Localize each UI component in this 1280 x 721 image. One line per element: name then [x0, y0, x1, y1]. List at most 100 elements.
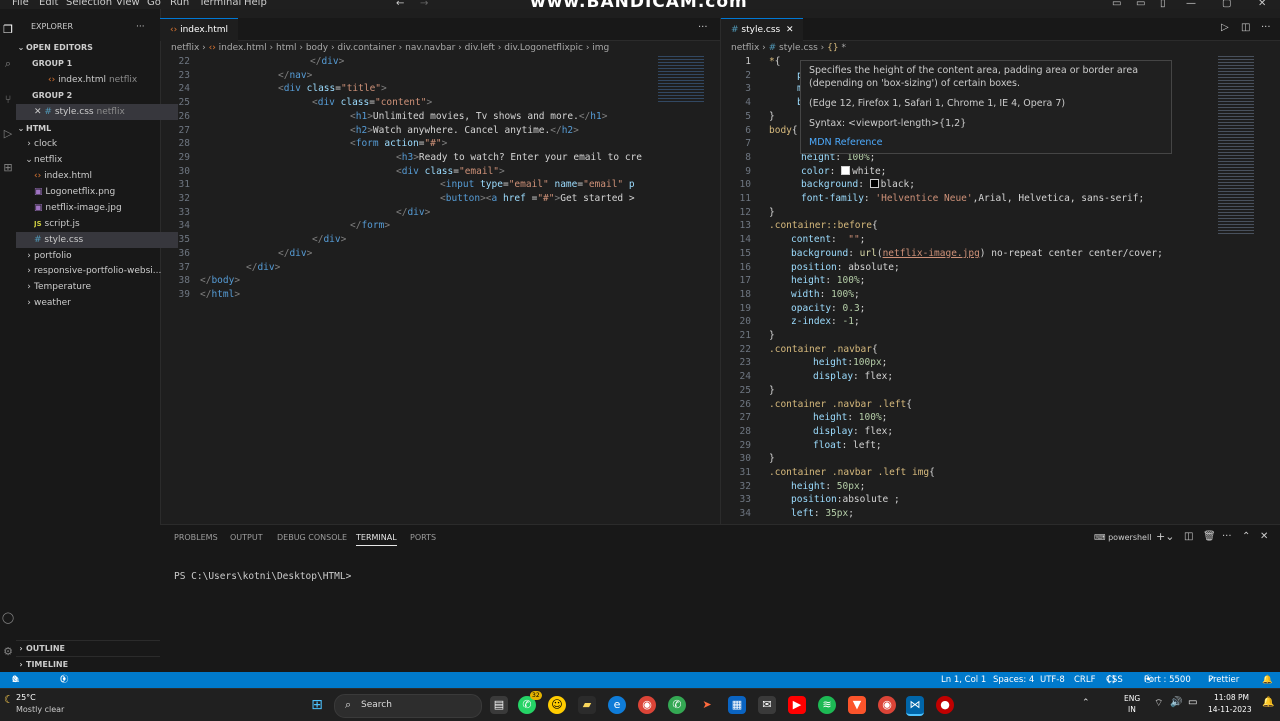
menu-help[interactable]: Help [244, 0, 267, 8]
maximize-panel-icon[interactable]: ⌃ [1242, 531, 1250, 542]
breadcrumb-item[interactable]: body [306, 43, 328, 53]
bandicam-record-icon[interactable]: ● [936, 696, 954, 714]
tab-output[interactable]: OUTPUT [230, 533, 263, 542]
tree-folder-netflix[interactable]: ⌄netflix [24, 152, 168, 168]
search-icon[interactable]: ⌕ [1, 57, 15, 71]
breadcrumb-item[interactable]: style.css [779, 43, 818, 53]
breadcrumb-item[interactable]: netflix [171, 43, 199, 53]
menu-go[interactable]: Go [147, 0, 161, 8]
tab-terminal[interactable]: TERMINAL [356, 533, 397, 546]
add-terminal-icon[interactable]: +⌄ [1156, 530, 1174, 543]
timeline-section[interactable]: › TIMELINE [16, 656, 160, 673]
terminal-shell-selector[interactable]: ⌨ powershell [1094, 533, 1151, 542]
tree-file-script-js[interactable]: JS script.js [34, 216, 178, 232]
breadcrumb-item[interactable]: div.left [465, 43, 495, 53]
clock-date[interactable]: 14-11-2023 [1208, 705, 1252, 714]
menu-edit[interactable]: Edit [39, 0, 58, 8]
close-window-icon[interactable]: ✕ [1258, 0, 1266, 9]
tree-folder-portfolio[interactable]: › portfolio [24, 248, 168, 264]
layout-panel-icon[interactable]: ▭ [1136, 0, 1145, 9]
breadcrumb-item[interactable]: img [592, 43, 609, 53]
wifi-icon[interactable]: ⌔ [1154, 697, 1163, 710]
edge-icon[interactable]: e [608, 696, 626, 714]
indentation[interactable]: Spaces: 4 [993, 672, 1034, 688]
back-arrow-icon[interactable]: ← [396, 0, 404, 9]
file-explorer-icon[interactable]: ▰ [578, 696, 596, 714]
clock-time[interactable]: 11:08 PM [1214, 693, 1249, 702]
tree-folder-temperature[interactable]: › Temperature [24, 279, 168, 295]
tab-debug-console[interactable]: DEBUG CONSOLE [277, 533, 347, 542]
notification-bell-icon[interactable]: 🔔 [1262, 697, 1274, 708]
minimap[interactable] [1214, 56, 1272, 524]
chevron-up-icon[interactable]: ⌃ [1082, 698, 1090, 708]
tree-folder-clock[interactable]: › clock [24, 136, 168, 152]
extensions-icon[interactable]: ⊞ [1, 161, 15, 175]
close-icon[interactable]: ✕ [34, 107, 42, 117]
chrome-profile-icon[interactable]: ◉ [878, 696, 896, 714]
breadcrumb-item[interactable]: html [276, 43, 297, 53]
menu-run[interactable]: Run [170, 0, 189, 8]
forward-arrow-icon[interactable]: → [420, 0, 428, 9]
brave-icon[interactable]: ▼ [848, 696, 866, 714]
trash-icon[interactable]: 🗑 [1203, 531, 1216, 542]
calculator-icon[interactable]: ▦ [728, 696, 746, 714]
battery-icon[interactable]: ▭ [1188, 697, 1197, 708]
mdn-reference-link[interactable]: MDN Reference [809, 137, 882, 148]
more-actions-icon[interactable]: ··· [1222, 531, 1232, 542]
outline-section[interactable]: › OUTLINE [16, 640, 160, 657]
layout-icon[interactable]: ▭ [1112, 0, 1121, 9]
minimap[interactable] [652, 56, 710, 524]
youtube-icon[interactable]: ▶ [788, 696, 806, 714]
tree-file-logonetflix[interactable]: ▣ Logonetflix.png [34, 184, 178, 200]
source-control-icon[interactable]: ⑂ [1, 93, 15, 107]
layout-sidebar-icon[interactable]: ▯ [1160, 0, 1166, 9]
region-indicator[interactable]: IN [1128, 705, 1136, 714]
tab-problems[interactable]: PROBLEMS [174, 533, 218, 542]
task-view-icon[interactable]: ▤ [490, 696, 508, 714]
menu-view[interactable]: View [116, 0, 140, 8]
mail-icon[interactable]: ✉ [758, 696, 776, 714]
breadcrumb-item[interactable]: nav.navbar [405, 43, 455, 53]
tab-index-html[interactable]: ‹› index.html [160, 18, 239, 41]
line-ending[interactable]: CRLF [1074, 672, 1095, 688]
tree-folder-weather[interactable]: › weather [24, 295, 168, 311]
language-indicator[interactable]: ENG [1124, 694, 1140, 703]
breadcrumb-item[interactable]: netflix [731, 43, 759, 53]
bell-icon[interactable]: 🔔 [1262, 672, 1273, 688]
phone-icon[interactable]: ✆ [668, 696, 686, 714]
tree-file-index-html[interactable]: ‹› index.html [34, 168, 178, 184]
breadcrumb-item[interactable]: div.Logonetflixpic [504, 43, 583, 53]
run-debug-icon[interactable]: ▷ [1, 127, 15, 141]
open-editor-style-css[interactable]: ✕ # style.css netflix [16, 104, 178, 120]
windows-start-icon[interactable]: ⊞ [308, 696, 326, 714]
menu-terminal[interactable]: Terminal [199, 0, 241, 8]
tree-folder-responsive[interactable]: › responsive-portfolio-websi... [24, 263, 168, 279]
taskbar-search[interactable]: ⌕ Search [334, 694, 482, 718]
close-panel-icon[interactable]: ✕ [1260, 531, 1268, 542]
split-editor-icon[interactable]: ◫ [1241, 22, 1250, 33]
run-icon[interactable]: ▷ [1221, 22, 1229, 33]
more-actions-icon[interactable]: ··· [1261, 22, 1271, 33]
weather-temp[interactable]: 25°C [16, 693, 36, 702]
spotify-icon[interactable]: ≋ [818, 696, 836, 714]
open-editors-section[interactable]: ⌄ OPEN EDITORS [16, 40, 160, 56]
account-icon[interactable]: ◯ [1, 611, 15, 625]
more-actions-icon[interactable]: ··· [136, 19, 156, 35]
close-icon[interactable]: ✕ [786, 25, 794, 35]
tree-file-netflix-image[interactable]: ▣ netflix-image.jpg [34, 200, 178, 216]
tree-file-style-css[interactable]: # style.css [16, 232, 178, 248]
files-icon[interactable]: ❐ [1, 23, 15, 37]
breadcrumb-item[interactable]: {} [827, 43, 838, 53]
menu-file[interactable]: File [12, 0, 29, 8]
snapchat-icon[interactable]: ☺ [548, 696, 566, 714]
maximize-icon[interactable]: ▢ [1222, 0, 1231, 9]
breadcrumb-item[interactable]: * [841, 43, 846, 53]
menu-selection[interactable]: Selection [66, 0, 112, 8]
app-icon[interactable]: ➤ [698, 696, 716, 714]
speaker-icon[interactable]: 🔊 [1170, 697, 1182, 708]
tab-ports[interactable]: PORTS [410, 533, 436, 542]
minimize-icon[interactable]: — [1186, 0, 1196, 9]
more-actions-icon[interactable]: ··· [698, 22, 708, 33]
html-code-editor[interactable]: 22 </div> 23 </nav> 24 <div class="title"> 25 <… [160, 56, 650, 524]
breadcrumb-item[interactable]: index.html [219, 43, 267, 53]
